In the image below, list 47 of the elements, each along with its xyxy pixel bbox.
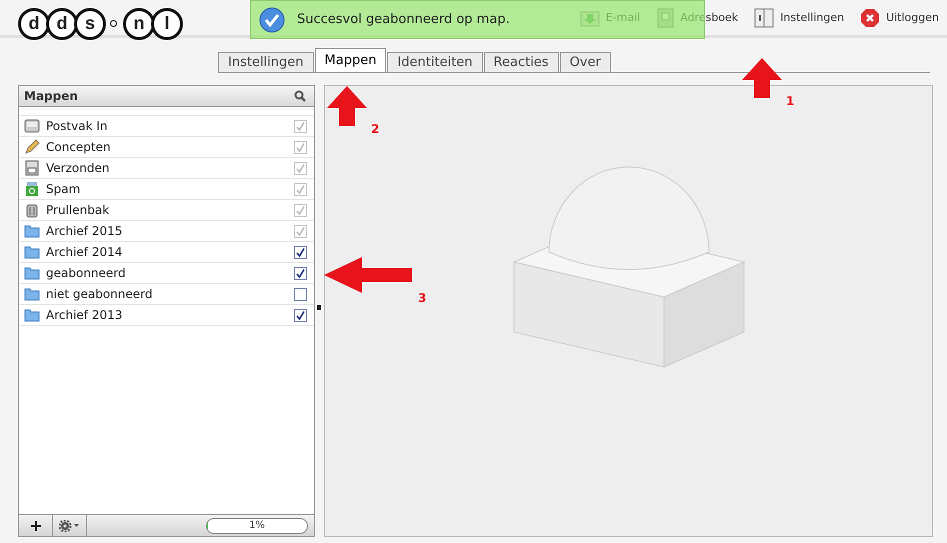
pencil-icon [24,139,40,155]
gear-icon [58,520,80,532]
folder-name: niet geabonneerd [46,287,154,301]
panel-icon [754,8,774,28]
plus-icon [30,520,42,532]
folder-name: Verzonden [46,161,110,175]
checkbox[interactable] [294,288,307,300]
folder-name: Postvak In [46,119,108,133]
annotation-number: 1 [786,94,794,108]
tab[interactable]: Over [560,52,611,72]
annotation-number: 3 [418,291,426,305]
folder-name: Archief 2013 [46,308,124,322]
tab[interactable]: Instellingen [218,52,314,72]
folder-name: Concepten [46,140,112,154]
arrow-icon [327,86,367,126]
printer-icon [24,160,40,176]
close-icon [860,8,880,28]
folder-icon [24,224,40,238]
folder-icon [24,266,40,280]
trash-icon [24,202,40,218]
tab[interactable]: Reacties [484,52,559,72]
checkbox[interactable] [294,308,307,322]
folder-name: Spam [46,182,82,196]
checkmark-icon [259,6,285,32]
resize-handle[interactable] [317,305,321,310]
folder-name: Prullenbak [46,203,110,217]
notification-text: Succesvol geabonneerd op map. [297,12,510,27]
folder-name: Archief 2015 [46,224,124,238]
quota-text: 1% [249,520,265,531]
folder-icon [24,287,40,301]
toolbar-link[interactable]: Uitloggen [860,8,939,28]
recycle-bin-icon [24,181,40,197]
folder-icon [24,245,40,259]
toolbar-link[interactable]: Instellingen [754,8,844,28]
checkbox[interactable] [294,246,307,258]
panel-title: Mappen [24,89,78,103]
arrow-icon [324,255,414,295]
folder-icon [24,308,40,322]
checkbox[interactable] [294,266,307,280]
tray-icon [24,119,40,133]
folder-name: geabonneerd [46,266,127,280]
folder-name: Archief 2014 [46,245,124,259]
tab[interactable]: Identiteiten [387,52,483,72]
tab[interactable]: Mappen [314,48,386,72]
arrow-icon [742,58,782,98]
search-icon[interactable] [294,90,306,102]
annotation-number: 2 [371,122,380,136]
